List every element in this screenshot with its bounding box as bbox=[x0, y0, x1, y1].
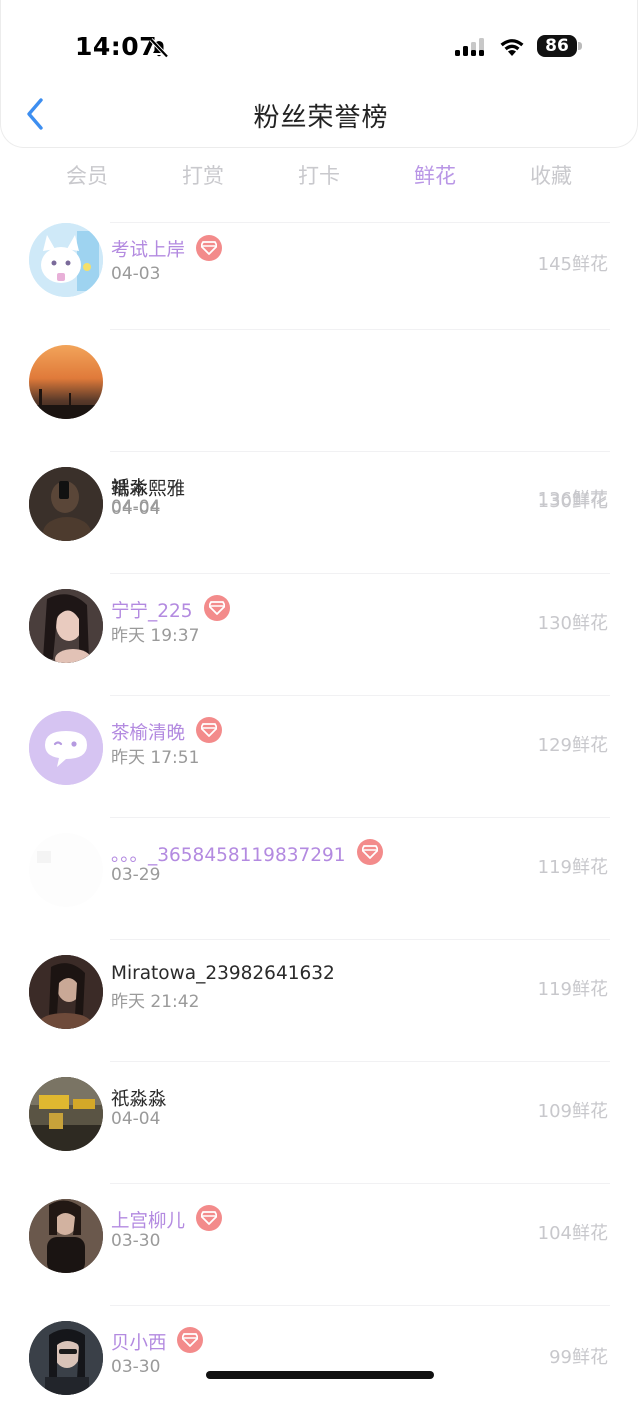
row-divider bbox=[110, 695, 610, 696]
flower-count: 104鲜花 bbox=[537, 1223, 608, 1244]
diamond-badge-icon bbox=[204, 595, 230, 621]
status-time: 14:07 bbox=[75, 32, 158, 61]
flower-count: 109鲜花 bbox=[537, 1101, 608, 1122]
row-divider bbox=[110, 329, 610, 330]
list-item[interactable]: 。。。_3658458119837291 03-29 119鲜花 bbox=[0, 817, 640, 939]
cellular-signal-icon bbox=[455, 38, 484, 56]
tab-tip[interactable]: 打赏 bbox=[163, 160, 243, 190]
tab-member[interactable]: 会员 bbox=[47, 160, 127, 190]
fan-name: Miratowa_23982641632 bbox=[111, 963, 335, 984]
list-item[interactable]: Miratowa_23982641632 昨天 21:42 119鲜花 bbox=[0, 939, 640, 1061]
row-divider bbox=[110, 817, 610, 818]
bell-muted-icon bbox=[149, 38, 169, 58]
tab-flowers[interactable]: 鲜花 bbox=[395, 160, 475, 190]
diamond-badge-icon bbox=[196, 235, 222, 261]
fan-name: 考试上岸 bbox=[111, 240, 186, 261]
flower-count: 119鲜花 bbox=[537, 979, 608, 1000]
battery-tip bbox=[578, 42, 582, 50]
tab-favorites[interactable]: 收藏 bbox=[511, 160, 591, 190]
fan-date: 03-30 bbox=[111, 1231, 161, 1251]
row-divider bbox=[110, 1061, 610, 1062]
diamond-badge-icon bbox=[357, 839, 383, 865]
battery-icon: 86 bbox=[537, 35, 577, 57]
fan-date: 04-04 bbox=[111, 499, 161, 519]
fan-date: 04-03 bbox=[111, 264, 161, 284]
diamond-badge-icon bbox=[177, 1327, 203, 1353]
avatar[interactable] bbox=[29, 1321, 103, 1395]
list-item[interactable]: 宁宁_225 昨天 19:37 130鲜花 bbox=[0, 573, 640, 695]
fan-name: 贝小西 bbox=[111, 1333, 167, 1354]
fan-date: 昨天 21:42 bbox=[111, 992, 200, 1012]
category-tabs: 会员 打赏 打卡 鲜花 收藏 bbox=[0, 160, 640, 196]
status-bar: 14:07 86 bbox=[1, 0, 640, 90]
fan-name: 宁宁_225 bbox=[111, 601, 193, 622]
avatar[interactable] bbox=[29, 833, 103, 907]
avatar[interactable] bbox=[29, 711, 103, 785]
fan-name: 。。。_3658458119837291 bbox=[111, 845, 346, 866]
row-divider bbox=[110, 939, 610, 940]
fan-name: 祇淼淼 bbox=[111, 1089, 167, 1110]
flower-count: 99鲜花 bbox=[549, 1347, 608, 1368]
row-divider bbox=[110, 451, 610, 452]
row-divider bbox=[110, 1183, 610, 1184]
fan-name: 端木熙雅 bbox=[111, 479, 186, 500]
flower-count: 129鲜花 bbox=[537, 735, 608, 756]
list-item[interactable]: 茶榆清晚 昨天 17:51 129鲜花 bbox=[0, 695, 640, 817]
fan-date: 03-29 bbox=[111, 865, 161, 885]
avatar[interactable] bbox=[29, 345, 103, 419]
fan-date: 昨天 19:37 bbox=[111, 626, 200, 646]
fan-date: 03-30 bbox=[111, 1357, 161, 1377]
row-divider bbox=[110, 573, 610, 574]
diamond-badge-icon bbox=[196, 1205, 222, 1231]
list-item[interactable]: 祇淼 04-04 136鲜花 bbox=[0, 329, 640, 517]
list-item[interactable]: 考试上岸 04-03 145鲜花 bbox=[0, 222, 640, 344]
tab-checkin[interactable]: 打卡 bbox=[279, 160, 359, 190]
list-item[interactable]: 祇淼淼 04-04 109鲜花 bbox=[0, 1061, 640, 1183]
diamond-badge-icon bbox=[196, 717, 222, 743]
flower-count: 145鲜花 bbox=[537, 254, 608, 275]
avatar[interactable] bbox=[29, 955, 103, 1029]
row-divider bbox=[110, 222, 610, 223]
fan-name: 上宫柳儿 bbox=[111, 1211, 186, 1232]
avatar[interactable] bbox=[29, 1077, 103, 1151]
header-bar: 14:07 86 粉丝荣誉榜 bbox=[0, 0, 638, 148]
flower-count: 130鲜花 bbox=[537, 613, 608, 634]
avatar[interactable] bbox=[29, 589, 103, 663]
flower-count: 130鲜花 bbox=[537, 491, 608, 512]
fan-date: 04-04 bbox=[111, 1109, 161, 1129]
avatar[interactable] bbox=[29, 223, 103, 297]
page-title: 粉丝荣誉榜 bbox=[253, 103, 389, 133]
list-item[interactable]: 上宫柳儿 03-30 104鲜花 bbox=[0, 1183, 640, 1305]
fan-date: 昨天 17:51 bbox=[111, 748, 200, 768]
list-item[interactable]: 贝小西 03-30 99鲜花 bbox=[0, 1305, 640, 1427]
flower-count: 119鲜花 bbox=[537, 857, 608, 878]
fan-name: 茶榆清晚 bbox=[111, 723, 186, 744]
list-item[interactable]: 端木熙雅 04-04 130鲜花 bbox=[0, 451, 640, 573]
home-indicator bbox=[206, 1371, 434, 1379]
avatar[interactable] bbox=[29, 1199, 103, 1273]
avatar[interactable] bbox=[29, 467, 103, 541]
row-divider bbox=[110, 1305, 610, 1306]
wifi-icon bbox=[500, 39, 524, 56]
